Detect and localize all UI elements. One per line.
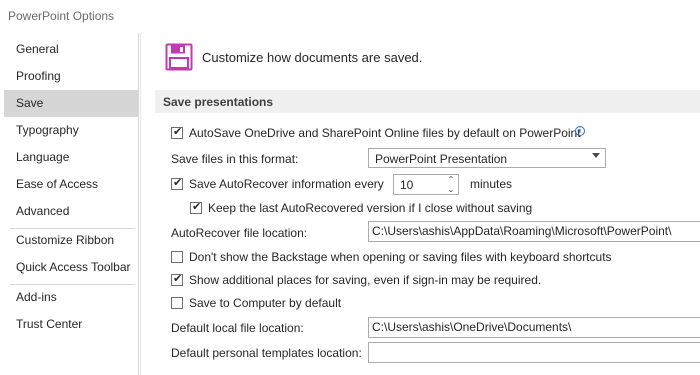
section-header: Save presentations <box>155 90 700 113</box>
autorecover-location-input[interactable]: C:\Users\ashis\AppData\Roaming\Microsoft… <box>368 221 700 242</box>
options-content: Customize how documents are saved. Save … <box>140 33 700 375</box>
checkmark-icon: ✔ <box>173 273 183 285</box>
minutes-label: minutes <box>470 177 513 191</box>
autorecover-minutes-value: 10 <box>400 178 414 192</box>
info-icon[interactable]: i <box>575 126 585 136</box>
window-title: PowerPoint Options <box>8 9 115 23</box>
checkmark-icon: ✔ <box>173 126 183 138</box>
checkmark-icon: ✔ <box>192 201 202 213</box>
sidebar-item-proofing[interactable]: Proofing <box>4 63 139 90</box>
sidebar-item-ease-of-access[interactable]: Ease of Access <box>4 171 139 198</box>
autosave-checkbox[interactable]: ✔ <box>171 126 183 139</box>
default-templates-location-input[interactable] <box>368 342 700 363</box>
sidebar-item-advanced[interactable]: Advanced <box>4 198 139 225</box>
autorecover-location-label: AutoRecover file location: <box>171 226 308 240</box>
autorecover-label: Save AutoRecover information every <box>189 177 384 191</box>
dont-show-backstage-checkbox[interactable] <box>171 251 183 263</box>
sidebar-item-typography[interactable]: Typography <box>4 117 139 144</box>
autorecover-minutes-spinner[interactable]: 10 ⌃ ⌄ <box>393 174 459 195</box>
save-to-computer-label: Save to Computer by default <box>189 296 342 310</box>
checkmark-icon: ✔ <box>173 177 183 189</box>
save-format-dropdown[interactable]: PowerPoint Presentation <box>368 148 606 168</box>
save-to-computer-checkbox[interactable] <box>171 297 183 309</box>
sidebar: General Proofing Save Typography Languag… <box>4 33 139 375</box>
default-templates-location-label: Default personal templates location: <box>171 346 362 360</box>
sidebar-item-language[interactable]: Language <box>4 144 139 171</box>
sidebar-item-customize-ribbon[interactable]: Customize Ribbon <box>4 227 139 254</box>
keep-last-autorecovered-label: Keep the last AutoRecovered version if I… <box>208 201 533 215</box>
sidebar-item-add-ins[interactable]: Add-ins <box>4 284 139 311</box>
sidebar-item-quick-access-toolbar[interactable]: Quick Access Toolbar <box>4 254 139 281</box>
keep-last-autorecovered-checkbox[interactable]: ✔ <box>190 201 202 214</box>
floppy-disk-icon <box>165 43 193 71</box>
default-local-location-input[interactable]: C:\Users\ashis\OneDrive\Documents\ <box>368 317 700 338</box>
save-format-label: Save files in this format: <box>171 152 299 166</box>
spin-down-icon[interactable]: ⌄ <box>446 185 456 194</box>
title-bar: PowerPoint Options <box>0 0 700 33</box>
show-additional-places-label: Show additional places for saving, even … <box>189 273 542 287</box>
section-title: Save presentations <box>163 95 274 109</box>
save-format-value: PowerPoint Presentation <box>375 152 508 166</box>
spin-up-icon[interactable]: ⌃ <box>446 175 456 184</box>
header-text: Customize how documents are saved. <box>202 50 423 65</box>
sidebar-item-general[interactable]: General <box>4 36 139 63</box>
chevron-down-icon <box>592 153 600 158</box>
sidebar-item-save[interactable]: Save <box>4 90 139 117</box>
sidebar-item-trust-center[interactable]: Trust Center <box>4 311 139 338</box>
autosave-label: AutoSave OneDrive and SharePoint Online … <box>189 126 581 140</box>
default-local-location-label: Default local file location: <box>171 321 304 335</box>
autorecover-checkbox[interactable]: ✔ <box>171 177 183 190</box>
dont-show-backstage-label: Don't show the Backstage when opening or… <box>189 250 612 264</box>
show-additional-places-checkbox[interactable]: ✔ <box>171 273 183 286</box>
